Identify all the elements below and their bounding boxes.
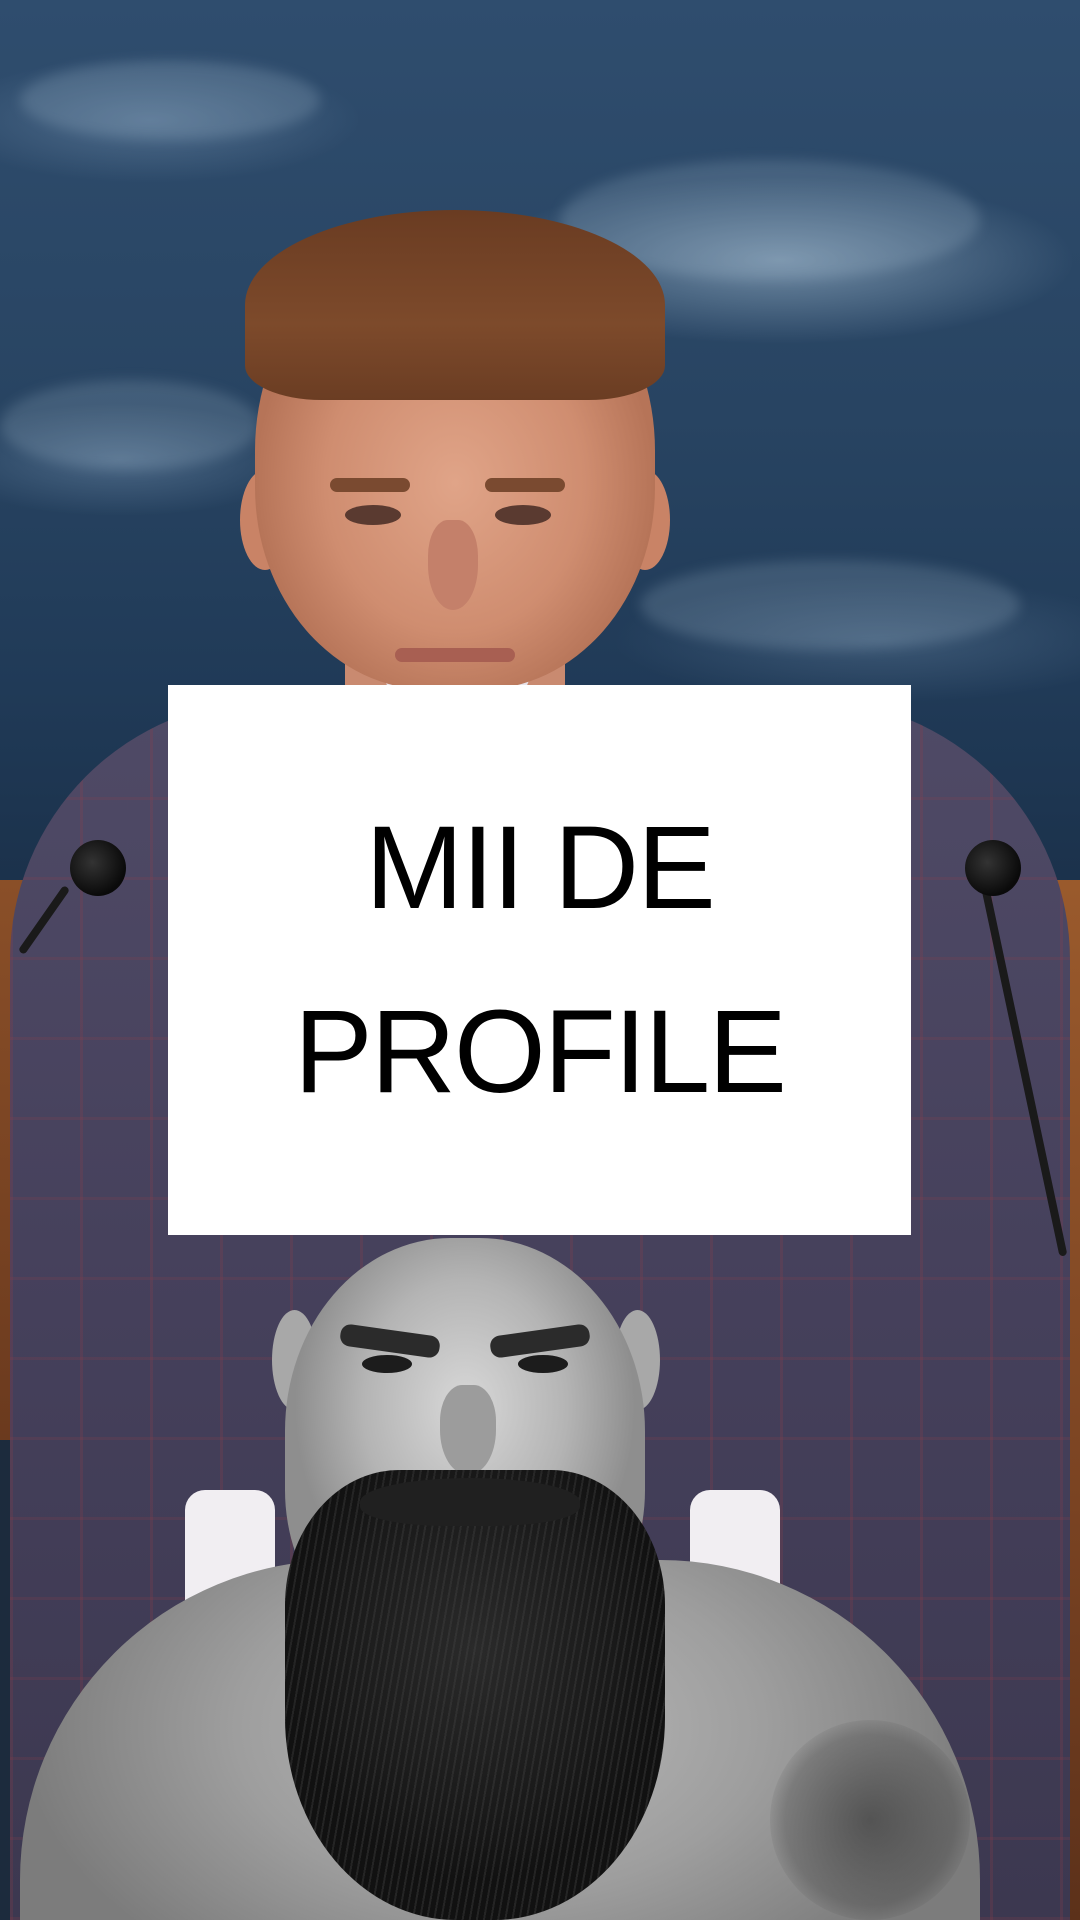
speaker-eyebrow-right xyxy=(485,478,565,492)
wall-brushstroke xyxy=(20,60,320,140)
speaker-eyebrow-left xyxy=(330,478,410,492)
speaker-nose xyxy=(428,520,478,610)
microphone-left-icon xyxy=(70,840,126,896)
bearded-man-nose xyxy=(440,1385,496,1475)
caption-card: MII DE PROFILE xyxy=(168,685,911,1235)
wall-brushstroke xyxy=(0,380,260,470)
shoulder-tattoo xyxy=(770,1720,970,1920)
bearded-man-beard xyxy=(285,1470,665,1920)
bearded-man-eye-left xyxy=(362,1355,412,1373)
caption-text: MII DE PROFILE xyxy=(294,801,787,1118)
wall-brushstroke xyxy=(640,560,1020,650)
video-frame: MII DE PROFILE xyxy=(0,0,1080,1920)
speaker-hair xyxy=(245,210,665,400)
microphone-right-icon xyxy=(965,840,1021,896)
bearded-man-eye-right xyxy=(518,1355,568,1373)
speaker-mouth xyxy=(395,648,515,662)
speaker-eye-left xyxy=(345,505,401,525)
bearded-man-mustache xyxy=(360,1478,580,1526)
speaker-eye-right xyxy=(495,505,551,525)
